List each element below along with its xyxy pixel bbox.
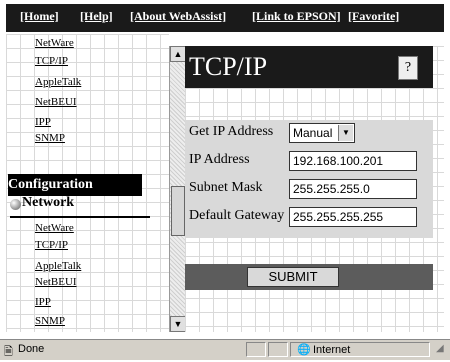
nav-link-tcpip[interactable]: TCP/IP bbox=[35, 55, 68, 67]
top-navigation-bar: [Home] [Help] [About WebAssist] [Link to… bbox=[6, 4, 444, 32]
section-divider bbox=[10, 216, 150, 218]
scroll-down-arrow-icon[interactable]: ▼ bbox=[170, 316, 186, 332]
globe-icon: 🌐 bbox=[297, 344, 311, 356]
get-ip-address-select[interactable]: Manual ▼ bbox=[289, 123, 355, 143]
nav-link-snmp[interactable]: SNMP bbox=[35, 132, 65, 144]
subnet-mask-field[interactable]: 255.255.255.0 bbox=[289, 179, 417, 199]
tcpip-settings-form: Get IP Address Manual ▼ IP Address 192.1… bbox=[185, 120, 433, 238]
favorite-link[interactable]: [Favorite] bbox=[348, 9, 399, 24]
help-link[interactable]: [Help] bbox=[80, 9, 113, 24]
config-link-appletalk[interactable]: AppleTalk bbox=[35, 260, 81, 272]
browser-status-bar: 🗎 Done 🌐 Internet ◢ bbox=[0, 339, 450, 360]
scroll-thumb[interactable] bbox=[171, 186, 185, 236]
home-link[interactable]: [Home] bbox=[20, 9, 59, 24]
nav-link-netware[interactable]: NetWare bbox=[35, 37, 74, 49]
submit-button[interactable]: SUBMIT bbox=[247, 267, 339, 287]
get-ip-address-value: Manual bbox=[293, 126, 333, 140]
nav-link-appletalk[interactable]: AppleTalk bbox=[35, 76, 81, 88]
config-link-ipp[interactable]: IPP bbox=[35, 296, 51, 308]
dropdown-arrow-icon[interactable]: ▼ bbox=[338, 125, 353, 141]
config-link-snmp[interactable]: SNMP bbox=[35, 315, 65, 327]
network-heading: Network bbox=[22, 195, 75, 210]
page-status-icon: 🗎 bbox=[4, 346, 13, 358]
page-title-bar: TCP/IP ? bbox=[185, 46, 433, 88]
nav-link-ipp[interactable]: IPP bbox=[35, 116, 51, 128]
submit-band: SUBMIT bbox=[185, 264, 433, 290]
security-zone-pane: 🌐 Internet bbox=[290, 342, 430, 357]
default-gateway-label: Default Gateway bbox=[189, 208, 285, 223]
nav-link-netbeui[interactable]: NetBEUI bbox=[35, 96, 77, 108]
main-content-frame: TCP/IP ? Get IP Address Manual ▼ IP Addr… bbox=[185, 46, 444, 332]
resize-grip-icon[interactable]: ◢ bbox=[436, 343, 444, 354]
default-gateway-field[interactable]: 255.255.255.255 bbox=[289, 207, 417, 227]
configuration-heading: Configuration bbox=[8, 174, 142, 196]
config-link-tcpip[interactable]: TCP/IP bbox=[35, 239, 68, 251]
get-ip-address-label: Get IP Address bbox=[189, 124, 274, 139]
config-link-netbeui[interactable]: NetBEUI bbox=[35, 276, 77, 288]
scroll-up-arrow-icon[interactable]: ▲ bbox=[170, 46, 186, 62]
security-zone-label: Internet bbox=[313, 344, 351, 356]
help-icon[interactable]: ? bbox=[398, 56, 418, 80]
epson-link[interactable]: [Link to EPSON] bbox=[252, 9, 341, 24]
subnet-mask-label: Subnet Mask bbox=[189, 180, 263, 195]
status-text: Done bbox=[18, 343, 45, 355]
status-pane bbox=[268, 342, 288, 357]
ip-address-field[interactable]: 192.168.100.201 bbox=[289, 151, 417, 171]
ip-address-label: IP Address bbox=[189, 152, 250, 167]
left-navigation-frame: NetWare TCP/IP AppleTalk NetBEUI IPP SNM… bbox=[6, 34, 169, 332]
left-frame-scrollbar[interactable]: ▲ ▼ bbox=[169, 46, 186, 332]
network-bullet-icon bbox=[10, 199, 21, 210]
about-link[interactable]: [About WebAssist] bbox=[130, 9, 226, 24]
config-link-netware[interactable]: NetWare bbox=[35, 222, 74, 234]
status-pane bbox=[246, 342, 266, 357]
page-title: TCP/IP bbox=[189, 52, 268, 81]
